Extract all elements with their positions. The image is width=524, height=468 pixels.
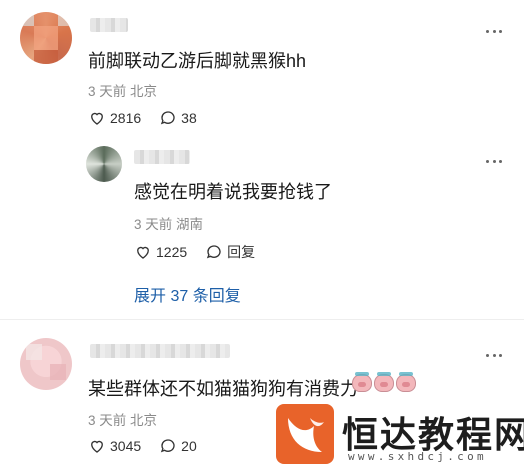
heart-icon	[137, 246, 149, 259]
avatar[interactable]	[20, 338, 72, 390]
comment-meta: 3 天前 北京	[88, 413, 158, 428]
username-blurred[interactable]	[90, 344, 230, 358]
avatar[interactable]	[20, 12, 72, 64]
reply-button[interactable]: 38	[159, 109, 197, 127]
site-watermark: 恒达教程网 www.sxhdcj.com	[276, 404, 524, 468]
heart-icon	[91, 440, 103, 453]
comment-text: 某些群体还不如猫猫狗狗有消费力	[88, 379, 358, 399]
comment-actions: 1225 回复	[134, 242, 255, 262]
comment-bubble-icon	[161, 111, 175, 125]
reply-count: 38	[181, 110, 197, 126]
reply-count: 20	[181, 438, 197, 454]
like-button[interactable]: 3045	[88, 437, 141, 455]
comment-meta: 3 天前 北京	[88, 84, 158, 99]
pig-emoji-icon	[374, 372, 394, 392]
watermark-url: www.sxhdcj.com	[348, 450, 487, 463]
comment-meta: 3 天前 湖南	[134, 217, 204, 232]
avatar[interactable]	[86, 146, 122, 182]
like-count: 1225	[156, 244, 188, 260]
comment-bubble-icon	[207, 245, 221, 259]
comment-actions: 2816 38	[88, 109, 197, 127]
like-count: 2816	[110, 110, 142, 126]
more-options-icon[interactable]	[486, 30, 502, 34]
like-button[interactable]: 1225	[134, 243, 187, 261]
emoji-group	[352, 372, 416, 392]
reply-label: 回复	[227, 244, 256, 260]
reply-button[interactable]: 20	[159, 437, 197, 455]
username-blurred[interactable]	[134, 150, 190, 164]
divider	[0, 319, 524, 320]
like-count: 3045	[110, 438, 142, 454]
reply-button[interactable]: 回复	[205, 242, 255, 262]
username-blurred[interactable]	[90, 18, 128, 32]
comment-text: 前脚联动乙游后脚就黑猴hh	[88, 51, 307, 71]
comment-actions: 3045 20	[88, 437, 197, 455]
more-options-icon[interactable]	[486, 354, 502, 358]
like-button[interactable]: 2816	[88, 109, 141, 127]
more-options-icon[interactable]	[486, 160, 502, 164]
comment-text: 感觉在明着说我要抢钱了	[134, 182, 332, 202]
pig-emoji-icon	[352, 372, 372, 392]
heart-icon	[91, 112, 103, 125]
comment-bubble-icon	[161, 439, 175, 453]
pig-emoji-icon	[396, 372, 416, 392]
expand-replies-link[interactable]: 展开 37 条回复	[134, 282, 241, 306]
watermark-logo-icon	[276, 404, 334, 464]
